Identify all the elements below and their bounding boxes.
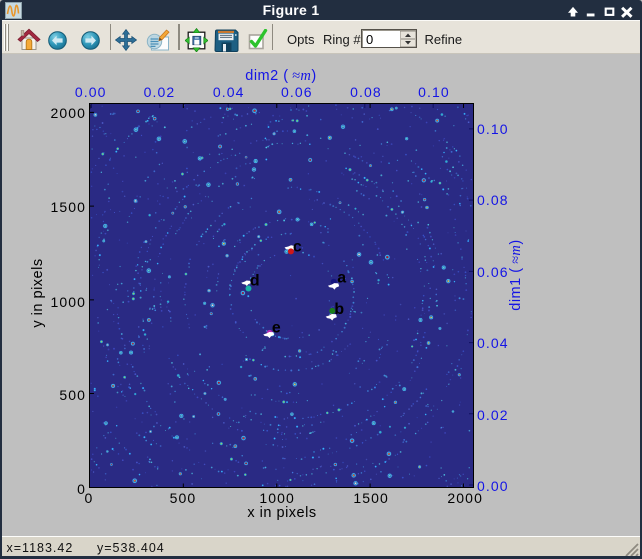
- svg-text:d: d: [249, 272, 259, 289]
- svg-text:a: a: [337, 269, 346, 286]
- svg-text:b: b: [334, 300, 344, 317]
- svg-text:c: c: [292, 238, 301, 255]
- svg-text:e: e: [271, 319, 280, 336]
